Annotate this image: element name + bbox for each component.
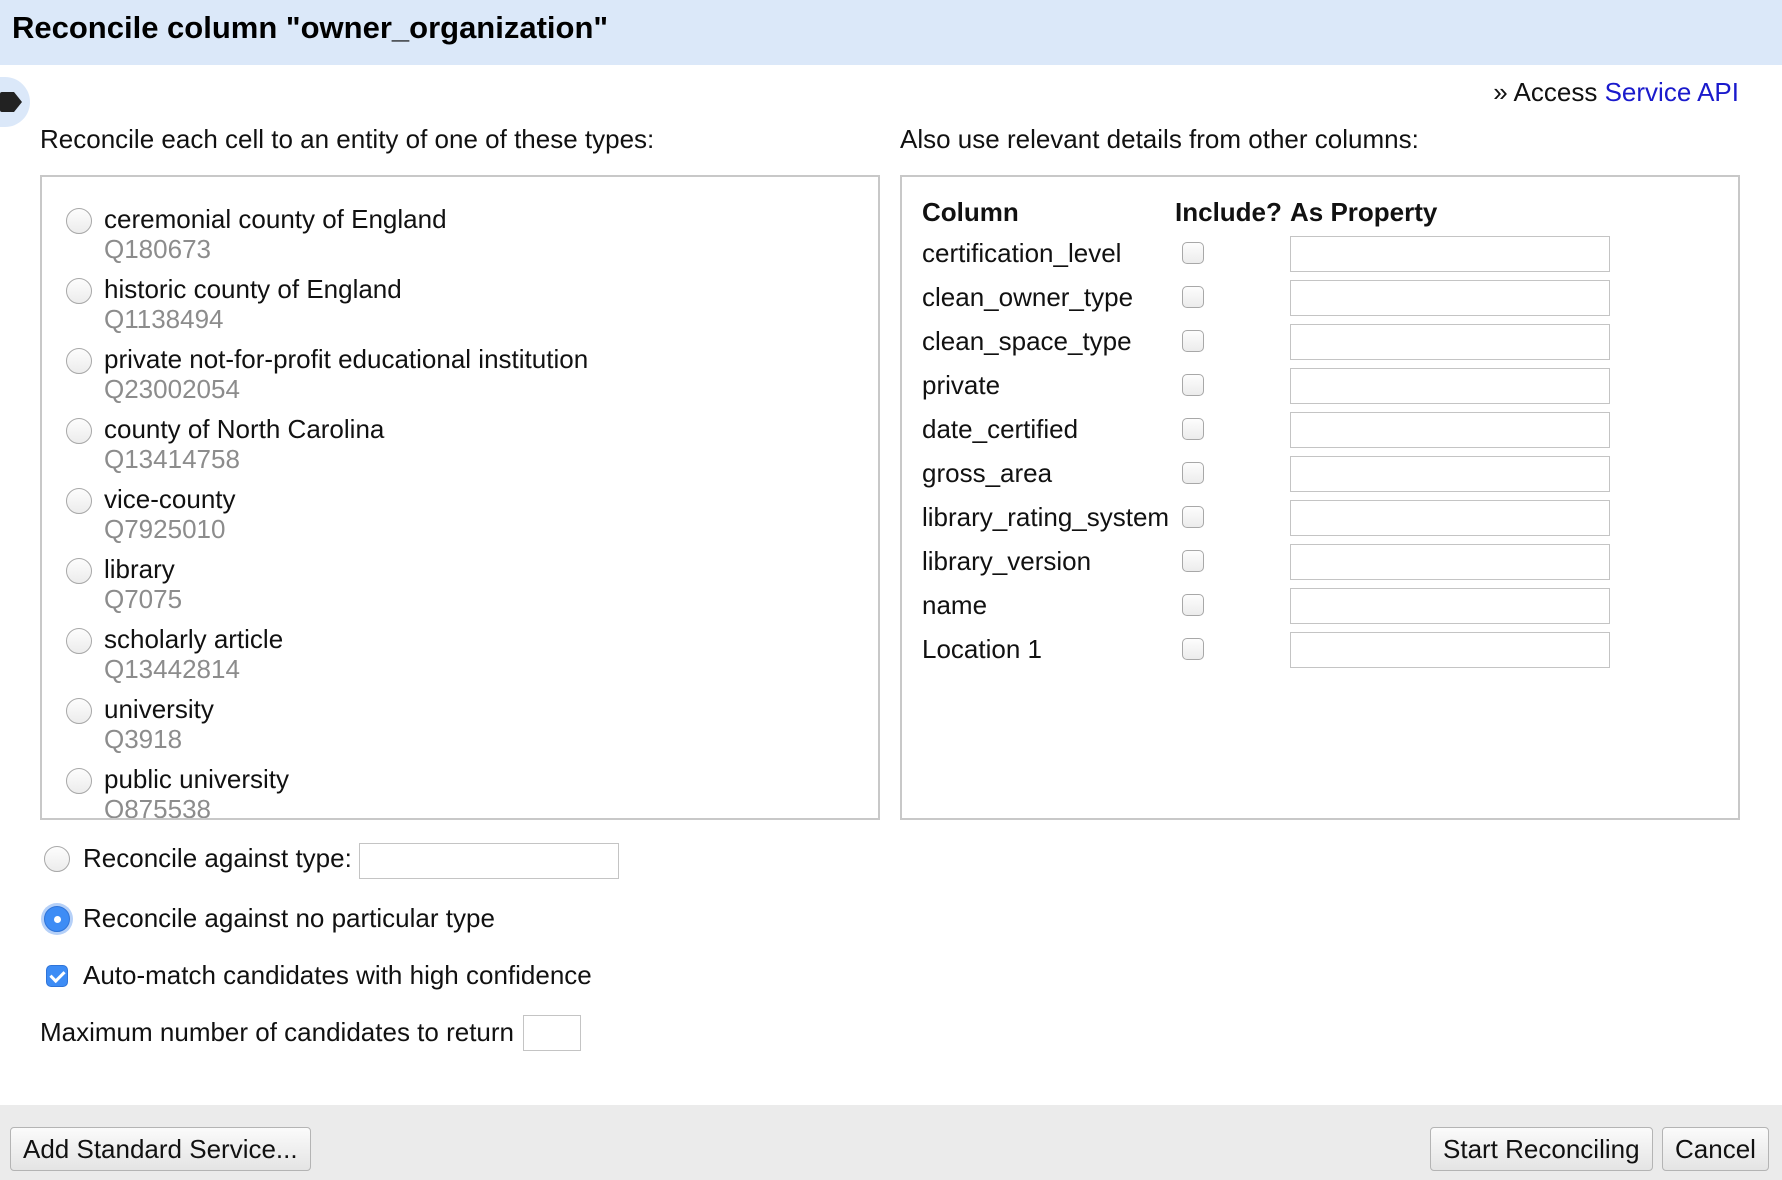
tag-icon [0, 92, 22, 112]
include-checkbox[interactable] [1182, 462, 1204, 484]
include-checkbox[interactable] [1182, 374, 1204, 396]
type-name: ceremonial county of England [104, 204, 447, 234]
type-name: historic county of England [104, 274, 402, 304]
property-input[interactable] [1290, 632, 1610, 668]
column-name: library_rating_system [922, 502, 1170, 532]
column-row: date_certified [922, 412, 1642, 456]
type-id: Q7075 [104, 584, 183, 614]
column-row: private [922, 368, 1642, 412]
property-input[interactable] [1290, 280, 1610, 316]
column-name: certification_level [922, 238, 1122, 268]
add-standard-service-button[interactable]: Add Standard Service... [10, 1127, 311, 1171]
type-radio[interactable] [66, 558, 92, 584]
no-type-label: Reconcile against no particular type [83, 903, 495, 933]
column-row: gross_area [922, 456, 1642, 500]
type-name: county of North Carolina [104, 414, 385, 444]
types-section-label: Reconcile each cell to an entity of one … [40, 124, 655, 154]
column-name: library_version [922, 546, 1092, 576]
column-row: name [922, 588, 1642, 632]
type-id: Q13414758 [104, 444, 240, 474]
type-name: university [104, 694, 214, 724]
against-type-radio[interactable] [44, 846, 70, 872]
type-radio[interactable] [66, 348, 92, 374]
include-checkbox[interactable] [1182, 330, 1204, 352]
type-radio[interactable] [66, 698, 92, 724]
type-name: library [104, 554, 175, 584]
against-type-label: Reconcile against type: [83, 843, 352, 873]
column-row: clean_space_type [922, 324, 1642, 368]
column-name: private [922, 370, 1001, 400]
column-name: clean_space_type [922, 326, 1132, 356]
include-header: Include? [1175, 197, 1282, 227]
type-id: Q23002054 [104, 374, 240, 404]
dialog-title-bar: Reconcile column "owner_organization" [0, 0, 1782, 65]
max-candidates-input[interactable] [523, 1015, 581, 1051]
cancel-button[interactable]: Cancel [1662, 1127, 1769, 1171]
property-input[interactable] [1290, 588, 1610, 624]
column-row: library_version [922, 544, 1642, 588]
property-input[interactable] [1290, 544, 1610, 580]
side-tab[interactable] [0, 77, 30, 127]
include-checkbox[interactable] [1182, 286, 1204, 308]
property-input[interactable] [1290, 236, 1610, 272]
type-name: vice-county [104, 484, 236, 514]
dialog-title: Reconcile column "owner_organization" [12, 10, 609, 45]
type-input[interactable] [359, 843, 619, 879]
include-checkbox[interactable] [1182, 506, 1204, 528]
type-id: Q180673 [104, 234, 211, 264]
property-input[interactable] [1290, 500, 1610, 536]
type-id: Q7925010 [104, 514, 226, 544]
column-name: name [922, 590, 988, 620]
type-id: Q13442814 [104, 654, 240, 684]
column-header: Column [922, 197, 1019, 227]
property-input[interactable] [1290, 368, 1610, 404]
column-name: Location 1 [922, 634, 1042, 664]
type-id: Q1138494 [104, 304, 224, 334]
property-input[interactable] [1290, 412, 1610, 448]
column-row: clean_owner_type [922, 280, 1642, 324]
property-header: As Property [1290, 197, 1438, 227]
type-name: public university [104, 764, 289, 794]
type-id: Q3918 [104, 724, 183, 754]
type-name: private not-for-profit educational insti… [104, 344, 589, 374]
include-checkbox[interactable] [1182, 638, 1204, 660]
type-id: Q875538 [104, 794, 211, 820]
auto-match-label: Auto-match candidates with high confiden… [83, 960, 592, 990]
column-row: certification_level [922, 236, 1642, 280]
column-name: gross_area [922, 458, 1053, 488]
dialog-footer: Add Standard Service... Start Reconcilin… [0, 1105, 1782, 1180]
types-list: ceremonial county of England Q180673 his… [40, 175, 880, 820]
no-type-radio[interactable] [44, 906, 70, 932]
type-radio[interactable] [66, 418, 92, 444]
column-name: date_certified [922, 414, 1079, 444]
property-input[interactable] [1290, 456, 1610, 492]
include-checkbox[interactable] [1182, 418, 1204, 440]
start-reconciling-button[interactable]: Start Reconciling [1430, 1127, 1653, 1171]
include-checkbox[interactable] [1182, 550, 1204, 572]
type-radio[interactable] [66, 768, 92, 794]
type-name: scholarly article [104, 624, 284, 654]
auto-match-checkbox[interactable] [46, 965, 68, 987]
type-radio[interactable] [66, 208, 92, 234]
column-row: library_rating_system [922, 500, 1642, 544]
include-checkbox[interactable] [1182, 242, 1204, 264]
property-input[interactable] [1290, 324, 1610, 360]
include-checkbox[interactable] [1182, 594, 1204, 616]
columns-section-label: Also use relevant details from other col… [900, 124, 1419, 154]
columns-table: Column Include? As Property certificatio… [900, 175, 1740, 820]
column-name: clean_owner_type [922, 282, 1134, 312]
max-candidates-label: Maximum number of candidates to return [40, 1017, 514, 1047]
column-row: Location 1 [922, 632, 1642, 676]
type-radio[interactable] [66, 628, 92, 654]
service-api-link-row: » Access Service API [1493, 77, 1739, 108]
type-radio[interactable] [66, 488, 92, 514]
type-radio[interactable] [66, 278, 92, 304]
service-link-prefix: » Access [1493, 77, 1598, 107]
service-api-link[interactable]: Service API [1605, 77, 1739, 107]
